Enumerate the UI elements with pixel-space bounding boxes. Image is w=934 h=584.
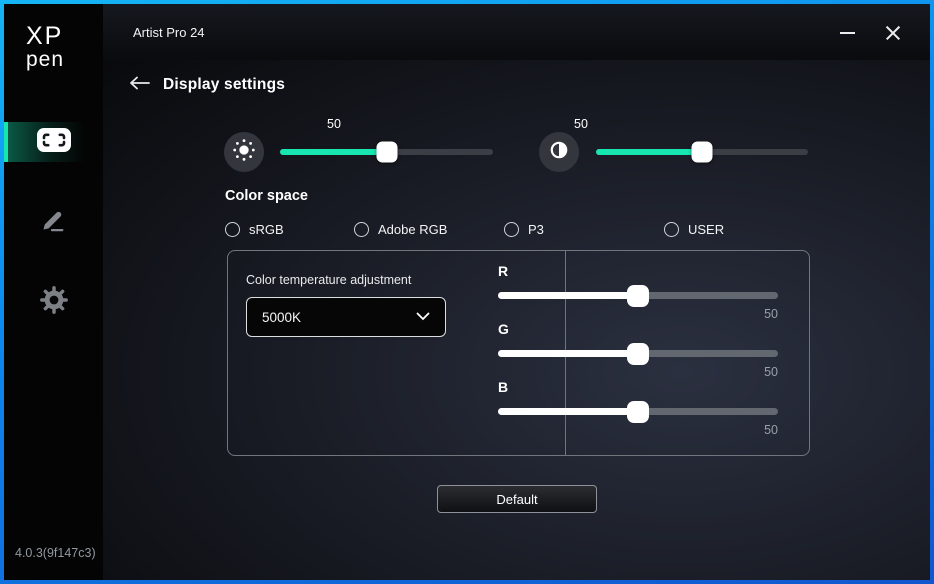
green-slider-fill xyxy=(498,350,638,357)
xppen-logo: XP pen xyxy=(4,4,103,70)
radio-p3[interactable]: P3 xyxy=(504,222,544,237)
green-channel-slider[interactable] xyxy=(498,350,778,357)
green-channel-label: G xyxy=(498,321,509,337)
close-button[interactable] xyxy=(878,18,908,48)
color-adjustment-panel: Color temperature adjustment 5000K R xyxy=(227,250,810,456)
minimize-icon xyxy=(840,32,855,34)
back-button[interactable] xyxy=(128,74,154,96)
contrast-slider[interactable] xyxy=(596,149,808,155)
blue-slider-thumb[interactable] xyxy=(627,401,649,423)
red-channel-value: 50 xyxy=(764,307,778,321)
sidebar-item-display[interactable] xyxy=(4,122,103,162)
brightness-value: 50 xyxy=(327,117,341,131)
minimize-button[interactable] xyxy=(832,18,862,48)
blue-channel-label: B xyxy=(498,379,508,395)
sidebar: XP pen xyxy=(4,4,103,580)
red-channel-label: R xyxy=(498,263,508,279)
brightness-icon-badge xyxy=(224,132,264,172)
radio-circle-icon xyxy=(504,222,519,237)
contrast-slider-thumb[interactable] xyxy=(692,142,713,163)
radio-circle-icon xyxy=(354,222,369,237)
logo-line1: XP xyxy=(26,24,103,49)
app-window: XP pen xyxy=(4,4,930,580)
titlebar: Artist Pro 24 xyxy=(103,4,930,60)
radio-user-label: USER xyxy=(688,222,724,237)
pen-icon xyxy=(39,205,69,240)
sidebar-item-settings[interactable] xyxy=(4,282,103,322)
radio-circle-icon xyxy=(225,222,240,237)
device-title: Artist Pro 24 xyxy=(133,25,205,40)
blue-slider-fill xyxy=(498,408,638,415)
color-temperature-dropdown[interactable]: 5000K xyxy=(246,297,446,337)
screen-area-icon xyxy=(37,128,71,157)
sidebar-item-pen[interactable] xyxy=(4,202,103,242)
radio-circle-icon xyxy=(664,222,679,237)
back-arrow-icon xyxy=(128,75,152,96)
default-button[interactable]: Default xyxy=(437,485,597,513)
app-version: 4.0.3(9f147c3) xyxy=(15,546,96,560)
radio-srgb-label: sRGB xyxy=(249,222,284,237)
close-icon xyxy=(885,25,901,41)
red-channel-slider[interactable] xyxy=(498,292,778,299)
brightness-slider[interactable] xyxy=(280,149,493,155)
color-temperature-label: Color temperature adjustment xyxy=(246,273,411,287)
rgb-sliders-area: R 50 G 50 B xyxy=(498,251,778,455)
brightness-slider-thumb[interactable] xyxy=(376,142,397,163)
radio-adobe-rgb[interactable]: Adobe RGB xyxy=(354,222,447,237)
gear-icon xyxy=(38,284,70,321)
page-header: Display settings xyxy=(128,74,285,96)
red-slider-fill xyxy=(498,292,638,299)
radio-srgb[interactable]: sRGB xyxy=(225,222,284,237)
content-column: Artist Pro 24 xyxy=(103,4,930,580)
red-slider-thumb[interactable] xyxy=(627,285,649,307)
green-channel-value: 50 xyxy=(764,365,778,379)
logo-line2: pen xyxy=(26,49,103,70)
contrast-icon xyxy=(547,138,571,167)
window-frame: XP pen xyxy=(0,0,934,584)
radio-adobe-rgb-label: Adobe RGB xyxy=(378,222,447,237)
blue-channel-slider[interactable] xyxy=(498,408,778,415)
contrast-slider-fill xyxy=(596,149,702,155)
display-settings-panel: Display settings 50 xyxy=(103,60,930,580)
contrast-icon-badge xyxy=(539,132,579,172)
brightness-slider-fill xyxy=(280,149,387,155)
contrast-value: 50 xyxy=(574,117,588,131)
color-space-heading: Color space xyxy=(225,188,308,204)
sun-icon xyxy=(231,137,257,168)
radio-user[interactable]: USER xyxy=(664,222,724,237)
page-title: Display settings xyxy=(163,76,285,94)
radio-p3-label: P3 xyxy=(528,222,544,237)
chevron-down-icon xyxy=(416,308,430,326)
green-slider-thumb[interactable] xyxy=(627,343,649,365)
color-temperature-value: 5000K xyxy=(262,310,301,325)
blue-channel-value: 50 xyxy=(764,423,778,437)
